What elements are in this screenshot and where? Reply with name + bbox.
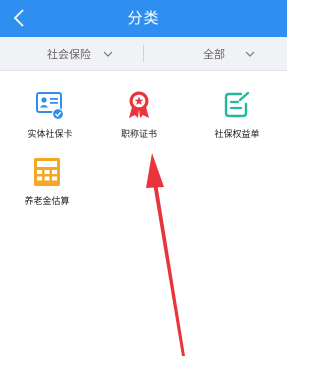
item-professional-title-certificate[interactable]: 职称证书 — [99, 90, 179, 140]
category-filter-value: 社会保险 — [47, 47, 91, 61]
item-label: 社保权益单 — [214, 130, 260, 140]
item-pension-estimate[interactable]: 养老金估算 — [7, 157, 87, 207]
category-filter-dropdown[interactable]: 社会保险 — [47, 37, 113, 70]
award-ribbon-icon — [124, 90, 154, 120]
filter-bar: 社会保险 全部 — [0, 37, 287, 71]
item-label: 职称证书 — [120, 130, 157, 140]
item-label: 实体社保卡 — [27, 130, 73, 140]
item-social-security-rights-statement[interactable]: 社保权益单 — [197, 90, 277, 140]
chevron-down-icon — [245, 51, 255, 57]
scope-filter-value: 全部 — [203, 47, 225, 61]
item-label: 养老金估算 — [24, 197, 70, 207]
app-header: 分类 — [0, 0, 287, 37]
id-card-check-icon — [35, 90, 65, 121]
calculator-icon — [32, 157, 62, 187]
filter-divider — [143, 45, 144, 62]
chevron-down-icon — [103, 51, 113, 57]
item-physical-social-security-card[interactable]: 实体社保卡 — [10, 90, 90, 140]
edit-document-icon — [222, 90, 252, 120]
scope-filter-dropdown[interactable]: 全部 — [203, 37, 255, 70]
page-title: 分类 — [127, 9, 160, 27]
